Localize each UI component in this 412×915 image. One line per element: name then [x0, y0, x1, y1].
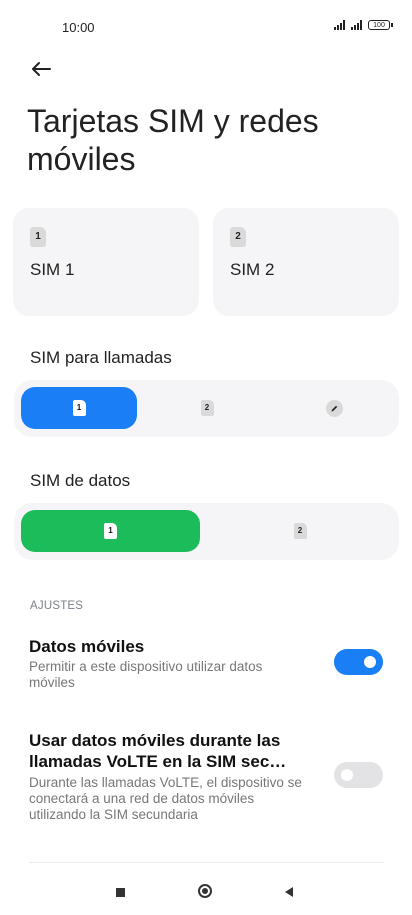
sim-chip-icon: 1: [104, 523, 117, 539]
toggle-knob: [341, 769, 353, 781]
sim-chip-icon: 1: [30, 227, 46, 247]
toggle-knob: [364, 656, 376, 668]
page-title: Tarjetas SIM y redes móviles: [27, 103, 319, 177]
volte-data-description: Durante las llamadas VoLTE, el dispositi…: [29, 775, 302, 822]
data-label: SIM de datos: [30, 471, 131, 490]
divider: [29, 862, 384, 863]
volte-data-title: Usar datos móviles durante las llamadas …: [29, 731, 287, 771]
status-bar: 10:00 100: [0, 0, 412, 56]
calls-sim-2-option[interactable]: 2: [149, 387, 265, 429]
status-time: 10:00: [62, 20, 95, 35]
sim-chip-icon: 2: [200, 400, 214, 416]
volte-data-toggle[interactable]: [334, 762, 383, 788]
calls-sim-1-option[interactable]: 1: [21, 387, 137, 429]
mobile-data-toggle[interactable]: [334, 649, 383, 675]
sim-chip-icon: 2: [293, 523, 307, 539]
home-button[interactable]: [198, 884, 212, 898]
sim-card-name: SIM 1: [30, 260, 75, 279]
data-sim-2-option[interactable]: 2: [208, 510, 392, 552]
nav-back-button[interactable]: [285, 887, 293, 897]
calls-ask-every-time-option[interactable]: [276, 387, 392, 429]
sim-chip-icon: 2: [230, 227, 246, 247]
battery-icon: 100: [368, 20, 393, 30]
calls-label: SIM para llamadas: [30, 348, 172, 367]
mobile-data-title: Datos móviles: [29, 637, 145, 656]
sim-card-2[interactable]: 2 SIM 2: [213, 208, 399, 316]
calls-sim-selector: 1 2: [14, 380, 399, 437]
sim-card-name: SIM 2: [230, 260, 275, 279]
sim-card-1[interactable]: 1 SIM 1: [13, 208, 199, 316]
data-sim-selector: 1 2: [14, 503, 399, 560]
status-icons: 100: [334, 20, 393, 30]
signal-icon: [351, 20, 362, 30]
settings-section-label: AJUSTES: [30, 600, 84, 612]
sim-chip-icon: 1: [72, 400, 86, 416]
recents-button[interactable]: [116, 888, 125, 897]
mobile-data-description: Permitir a este dispositivo utilizar dat…: [29, 659, 263, 690]
edit-icon: [325, 399, 343, 417]
back-button[interactable]: [26, 56, 56, 82]
data-sim-1-option[interactable]: 1: [21, 510, 200, 552]
back-arrow-icon: [32, 62, 51, 76]
navigation-bar: [0, 870, 412, 915]
signal-icon: [334, 20, 345, 30]
